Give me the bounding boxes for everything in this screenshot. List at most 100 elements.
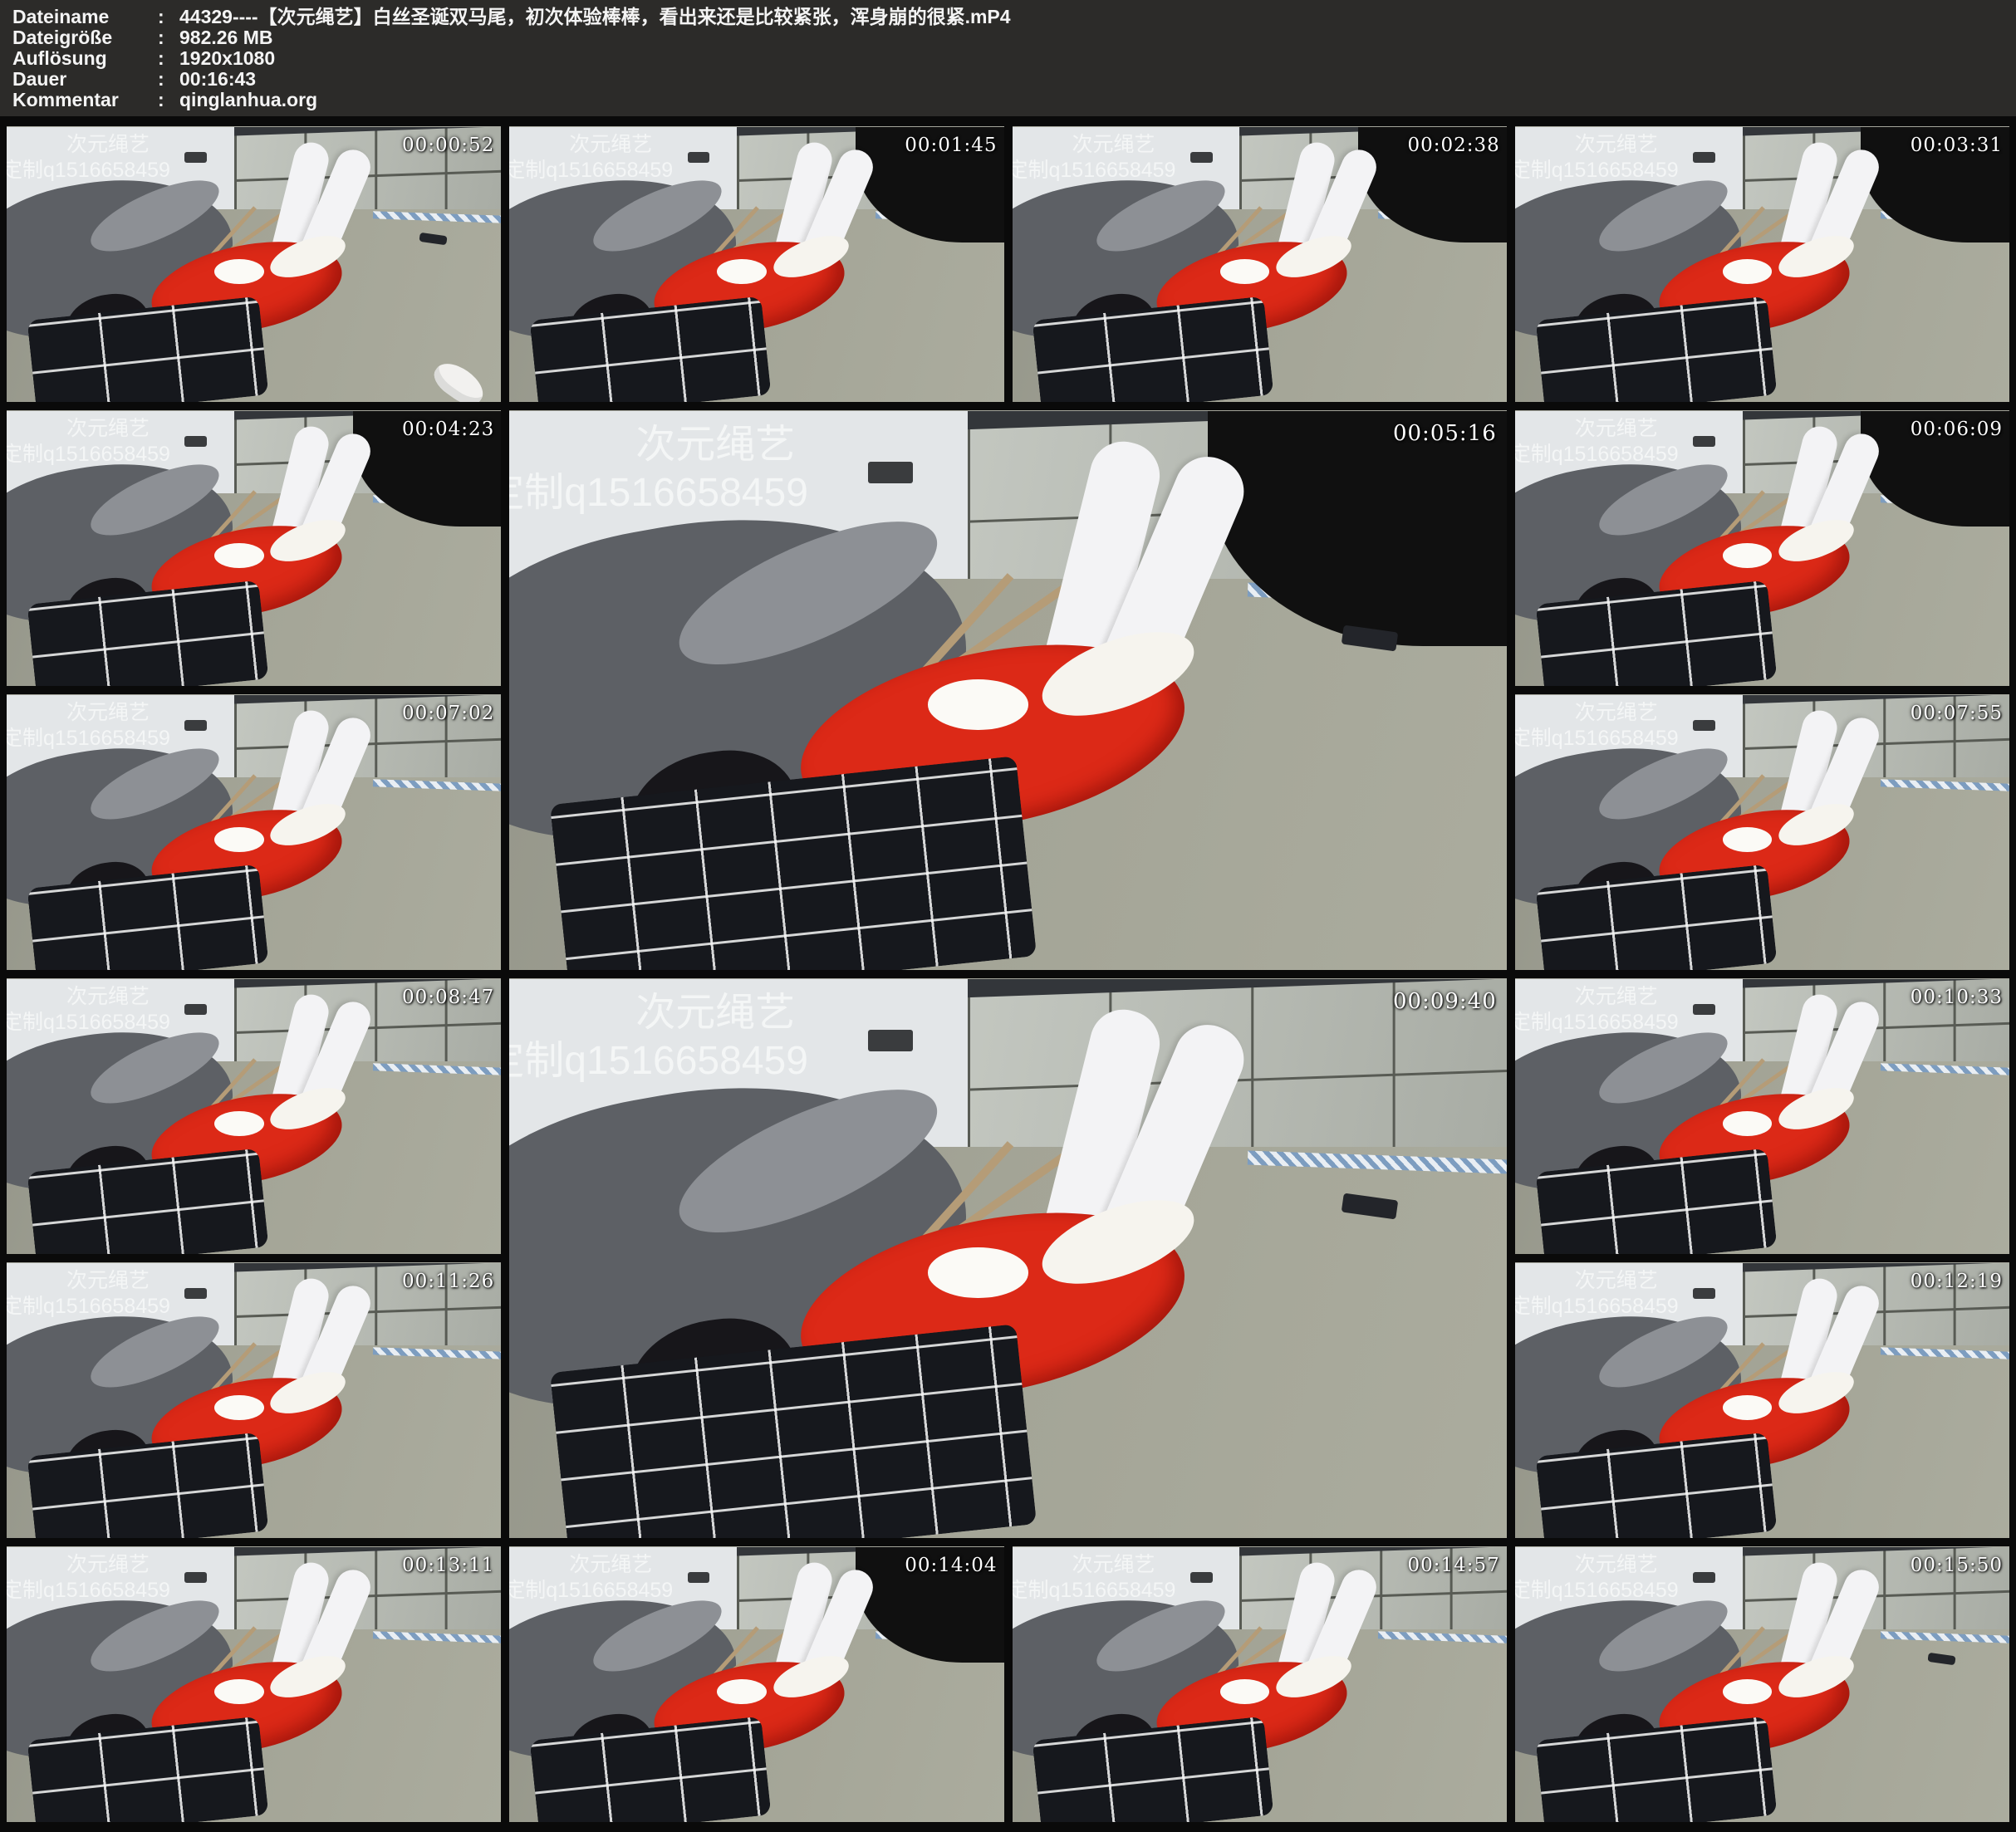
watermark-line2: 定制q1516658459 — [1515, 442, 1679, 468]
video-thumbnail[interactable]: 次元绳艺 定制q1516658459 00:14:04 — [509, 1546, 1003, 1822]
fur-collar-shape — [717, 259, 767, 284]
watermark-line1: 次元绳艺 — [1515, 984, 1679, 1010]
watermark-line2: 定制q1516658459 — [509, 1037, 808, 1085]
wall-socket-shape — [1693, 1004, 1715, 1015]
wall-socket-shape — [1190, 152, 1213, 163]
wall-socket-shape — [1693, 152, 1715, 163]
video-thumbnail[interactable]: 次元绳艺 定制q1516658459 00:15:50 — [1515, 1546, 2009, 1822]
watermark-line1: 次元绳艺 — [7, 416, 170, 442]
wall-socket-shape — [184, 1004, 207, 1015]
video-thumbnail[interactable]: 次元绳艺 定制q1516658459 00:01:45 — [509, 126, 1003, 402]
wall-socket-shape — [184, 1288, 207, 1299]
watermark: 次元绳艺 定制q1516658459 — [509, 989, 808, 1085]
video-thumbnail[interactable]: 次元绳艺 定制q1516658459 00:07:02 — [7, 694, 501, 970]
watermark-line2: 定制q1516658459 — [509, 1578, 673, 1604]
timestamp-overlay: 00:03:31 — [1911, 135, 2003, 156]
fur-collar-shape — [214, 1679, 264, 1704]
file-info-header: Dateiname : 44329----【次元绳艺】白丝圣诞双马尾，初次体验棒… — [0, 0, 2016, 116]
wall-socket-shape — [184, 152, 207, 163]
separator: : — [158, 48, 179, 69]
video-thumbnail[interactable]: 次元绳艺 定制q1516658459 00:11:26 — [7, 1262, 501, 1538]
file-info-row-duration: Dauer : 00:16:43 — [12, 69, 2016, 90]
watermark-line2: 定制q1516658459 — [7, 726, 170, 752]
wall-socket-shape — [184, 436, 207, 447]
file-info-row-filesize: Dateigröße : 982.26 MB — [12, 27, 2016, 48]
watermark-line2: 定制q1516658459 — [7, 1294, 170, 1320]
fur-collar-shape — [1723, 543, 1773, 568]
watermark: 次元绳艺 定制q1516658459 — [1515, 700, 1679, 752]
video-thumbnail[interactable]: 次元绳艺 定制q1516658459 00:09:40 — [509, 978, 1507, 1538]
wall-socket-shape — [868, 462, 913, 484]
file-info-row-comment: Kommentar : qinglanhua.org — [12, 90, 2016, 110]
video-thumbnail[interactable]: 次元绳艺 定制q1516658459 00:04:23 — [7, 410, 501, 686]
timestamp-overlay: 00:06:09 — [1911, 419, 2003, 440]
watermark-line2: 定制q1516658459 — [1515, 1578, 1679, 1604]
fur-collar-shape — [214, 1111, 264, 1136]
separator: : — [158, 90, 179, 110]
filesize-value: 982.26 MB — [179, 27, 2016, 48]
fur-collar-shape — [214, 259, 264, 284]
timestamp-overlay: 00:15:50 — [1911, 1555, 2003, 1576]
wall-socket-shape — [1693, 1572, 1715, 1583]
watermark: 次元绳艺 定制q1516658459 — [509, 132, 673, 184]
video-thumbnail[interactable]: 次元绳艺 定制q1516658459 00:07:55 — [1515, 694, 2009, 970]
watermark-line1: 次元绳艺 — [1515, 1268, 1679, 1294]
watermark-line2: 定制q1516658459 — [1515, 1294, 1679, 1320]
timestamp-overlay: 00:12:19 — [1911, 1271, 2003, 1292]
fur-collar-shape — [928, 1247, 1028, 1298]
video-thumbnail[interactable]: 次元绳艺 定制q1516658459 00:12:19 — [1515, 1262, 2009, 1538]
watermark: 次元绳艺 定制q1516658459 — [7, 984, 170, 1036]
watermark-line1: 次元绳艺 — [1515, 416, 1679, 442]
watermark: 次元绳艺 定制q1516658459 — [509, 1552, 673, 1604]
timestamp-overlay: 00:09:40 — [1393, 989, 1497, 1014]
video-thumbnail[interactable]: 次元绳艺 定制q1516658459 00:06:09 — [1515, 410, 2009, 686]
video-thumbnail[interactable]: 次元绳艺 定制q1516658459 00:02:38 — [1013, 126, 1507, 402]
watermark: 次元绳艺 定制q1516658459 — [7, 1552, 170, 1604]
comment-label: Kommentar — [12, 90, 158, 110]
fur-collar-shape — [1220, 259, 1270, 284]
timestamp-overlay: 00:13:11 — [402, 1555, 494, 1576]
resolution-label: Auflösung — [12, 48, 158, 69]
watermark: 次元绳艺 定制q1516658459 — [7, 1268, 170, 1320]
fur-collar-shape — [214, 827, 264, 852]
watermark-line2: 定制q1516658459 — [7, 158, 170, 184]
timestamp-overlay: 00:07:02 — [402, 703, 494, 724]
watermark: 次元绳艺 定制q1516658459 — [7, 132, 170, 184]
wall-socket-shape — [688, 1572, 710, 1583]
filename-label: Dateiname — [12, 7, 158, 27]
watermark: 次元绳艺 定制q1516658459 — [1515, 416, 1679, 468]
video-thumbnail[interactable]: 次元绳艺 定制q1516658459 00:13:11 — [7, 1546, 501, 1822]
watermark-line1: 次元绳艺 — [1515, 132, 1679, 158]
file-info-row-resolution: Auflösung : 1920x1080 — [12, 48, 2016, 69]
video-thumbnail[interactable]: 次元绳艺 定制q1516658459 00:00:52 — [7, 126, 501, 402]
video-thumbnail[interactable]: 次元绳艺 定制q1516658459 00:05:16 — [509, 410, 1507, 970]
watermark-line1: 次元绳艺 — [509, 1552, 673, 1578]
video-thumbnail[interactable]: 次元绳艺 定制q1516658459 00:14:57 — [1013, 1546, 1507, 1822]
comment-value: qinglanhua.org — [179, 90, 2016, 110]
timestamp-overlay: 00:01:45 — [905, 135, 997, 156]
wall-socket-shape — [184, 720, 207, 731]
watermark-line2: 定制q1516658459 — [7, 442, 170, 468]
video-thumbnail[interactable]: 次元绳艺 定制q1516658459 00:08:47 — [7, 978, 501, 1254]
watermark-line1: 次元绳艺 — [1013, 132, 1176, 158]
fur-collar-shape — [928, 679, 1028, 730]
watermark-line1: 次元绳艺 — [7, 984, 170, 1010]
watermark-line1: 次元绳艺 — [509, 421, 808, 469]
wall-socket-shape — [184, 1572, 207, 1583]
duration-label: Dauer — [12, 69, 158, 90]
contact-sheet-page: { "header": { "separator": ":", "rows": … — [0, 0, 2016, 1832]
filename-value: 44329----【次元绳艺】白丝圣诞双马尾，初次体验棒棒，看出来还是比较紧张，… — [179, 7, 2016, 27]
timestamp-overlay: 00:07:55 — [1911, 703, 2003, 724]
watermark: 次元绳艺 定制q1516658459 — [1515, 1268, 1679, 1320]
timestamp-overlay: 00:14:04 — [905, 1555, 997, 1576]
fur-collar-shape — [1723, 1111, 1773, 1136]
wall-socket-shape — [1693, 720, 1715, 731]
video-thumbnail[interactable]: 次元绳艺 定制q1516658459 00:10:33 — [1515, 978, 2009, 1254]
separator: : — [158, 27, 179, 48]
wall-socket-shape — [868, 1030, 913, 1052]
timestamp-overlay: 00:04:23 — [402, 419, 494, 440]
watermark: 次元绳艺 定制q1516658459 — [1013, 1552, 1176, 1604]
video-thumbnail[interactable]: 次元绳艺 定制q1516658459 00:03:31 — [1515, 126, 2009, 402]
watermark-line1: 次元绳艺 — [7, 1268, 170, 1294]
watermark-line1: 次元绳艺 — [7, 1552, 170, 1578]
